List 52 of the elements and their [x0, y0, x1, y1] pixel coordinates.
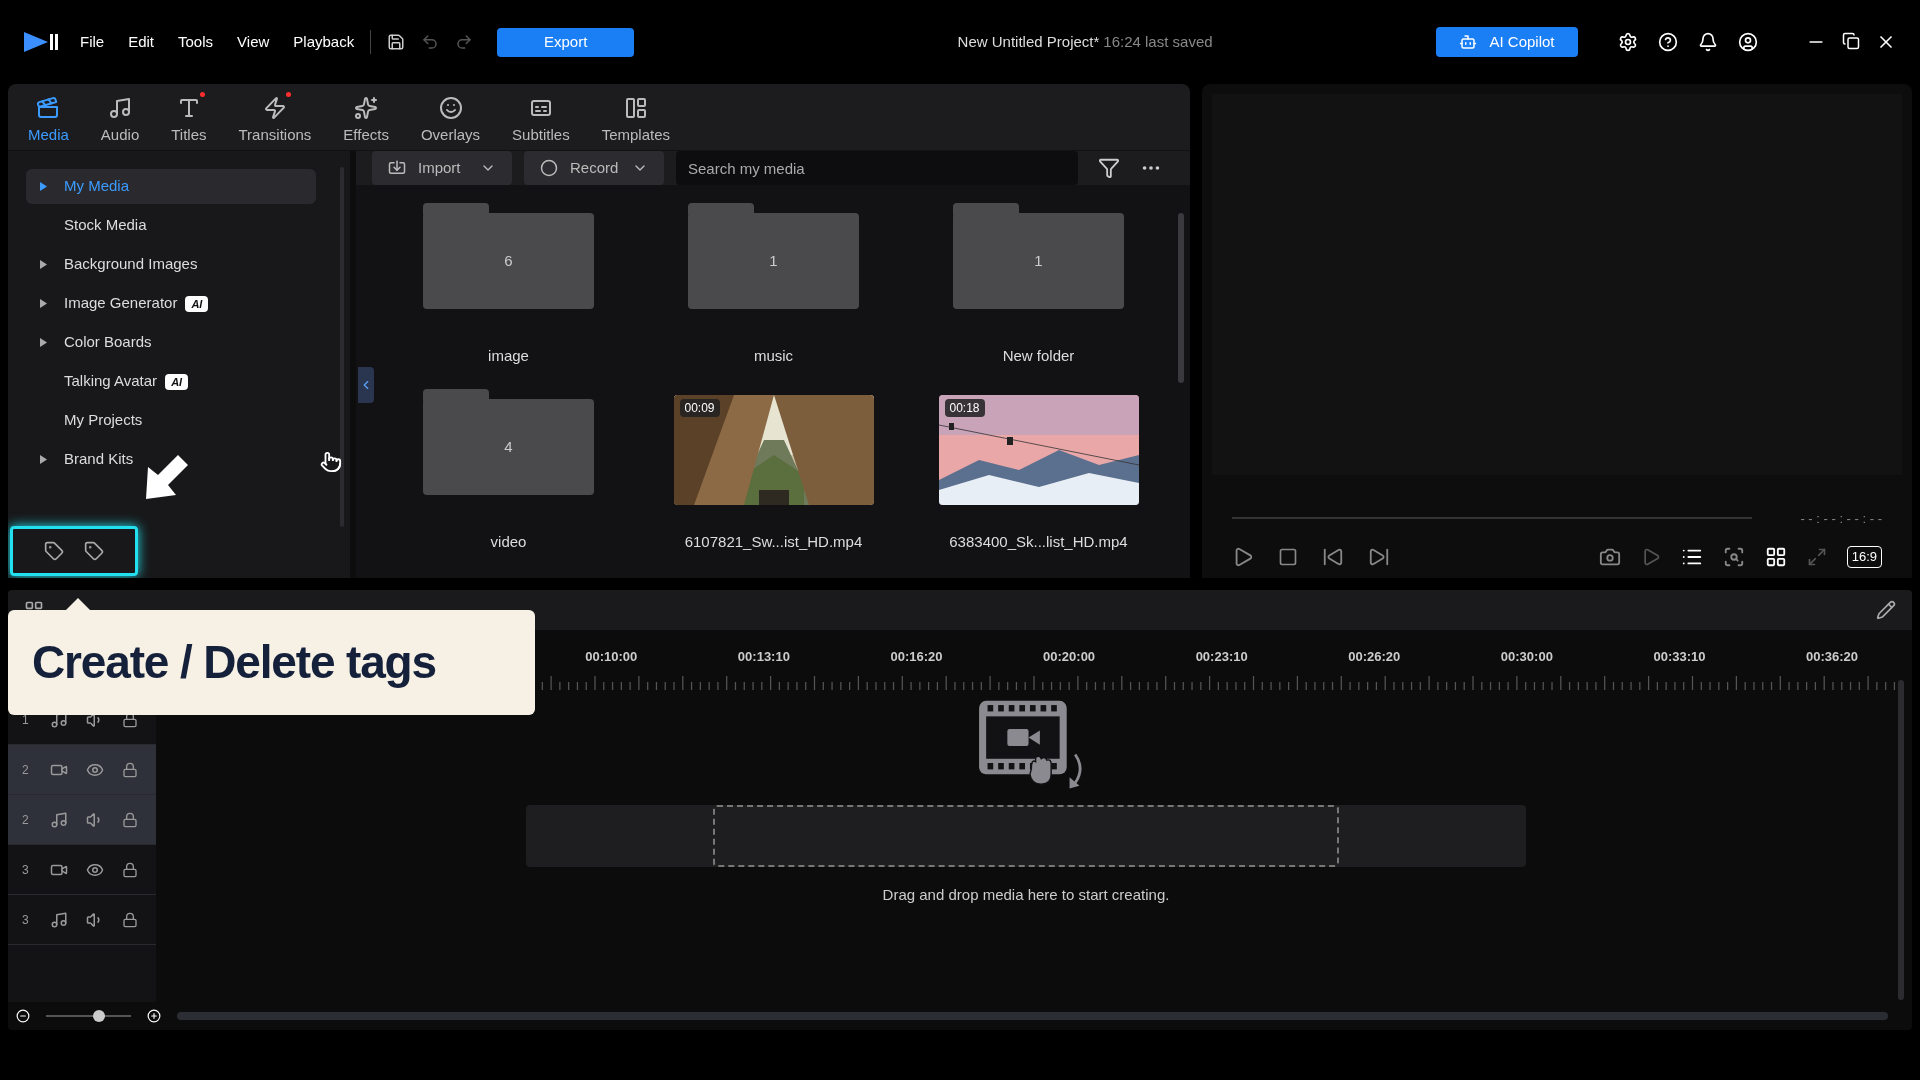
media-name: 6107821_Sw...ist_HD.mp4 [684, 532, 863, 552]
ruler-time: 00:30:00 [1499, 647, 1554, 666]
media-name: music [753, 346, 794, 366]
timecode: - - : - - : - - : - - [1800, 509, 1882, 528]
ai-badge: AI [165, 373, 189, 390]
menu-item[interactable]: Playback [293, 30, 355, 54]
ai-copilot-button[interactable]: AI Copilot [1436, 27, 1578, 57]
tab[interactable]: Templates [589, 95, 683, 146]
tab[interactable]: Titles [159, 95, 219, 146]
save-status: 16:24 last saved [1103, 31, 1213, 52]
ruler-time: 00:13:10 [736, 647, 791, 666]
menu-item[interactable]: Tools [178, 30, 214, 54]
media-name: image [488, 346, 529, 366]
tab[interactable]: Audio [88, 95, 152, 146]
ruler-time: 00:33:10 [1652, 647, 1707, 666]
sidebar-item[interactable]: Talking Avatar AI [26, 364, 316, 399]
import-button[interactable]: Import [372, 151, 512, 185]
drop-hint: Drag and drop media here to start creating. [881, 885, 1171, 905]
tab[interactable]: Effects [331, 95, 401, 146]
sidebar-item[interactable]: Image Generator AI [26, 286, 316, 321]
sidebar-item[interactable]: My Media [26, 169, 316, 204]
tab[interactable]: Subtitles [500, 95, 582, 146]
ruler-time: 00:20:00 [1042, 647, 1097, 666]
media-name: video [490, 532, 527, 552]
menu-item[interactable]: File [80, 30, 105, 54]
menu-item[interactable]: Edit [128, 30, 155, 54]
export-button[interactable]: Export [497, 27, 635, 57]
menu-item[interactable]: View [237, 30, 270, 54]
search-field[interactable]: Search my media [676, 151, 1078, 185]
ai-badge: AI [185, 295, 209, 312]
tab[interactable]: Overlays [408, 95, 493, 146]
tab[interactable]: Transitions [226, 95, 324, 146]
media-name: 6383400_Sk...list_HD.mp4 [949, 532, 1128, 552]
tab[interactable]: Media [16, 95, 81, 146]
sidebar-item[interactable]: My Projects [26, 403, 316, 438]
track-header[interactable]: 2 [8, 745, 156, 795]
ruler-time: 00:16:20 [889, 647, 944, 666]
project-title: New Untitled Project* [957, 31, 1100, 52]
ruler-time: 00:10:00 [584, 647, 639, 666]
ruler-time: 00:23:10 [1194, 647, 1249, 666]
sidebar-item[interactable]: Color Boards [26, 325, 316, 360]
duration-badge: 00:18 [944, 399, 985, 417]
aspect-ratio-button[interactable]: 16:9 [1846, 546, 1882, 568]
duration-badge: 00:09 [679, 399, 720, 417]
sidebar-item[interactable]: Stock Media [26, 208, 316, 243]
tooltip: Create / Delete tags [8, 598, 535, 715]
ruler-time: 00:26:20 [1347, 647, 1402, 666]
sidebar-item[interactable]: Brand Kits [26, 442, 316, 477]
record-button[interactable]: Record [524, 151, 664, 185]
media-name: New folder [1002, 346, 1075, 366]
ruler-time: 00:36:20 [1805, 647, 1860, 666]
sidebar-item[interactable]: Background Images [26, 247, 316, 282]
